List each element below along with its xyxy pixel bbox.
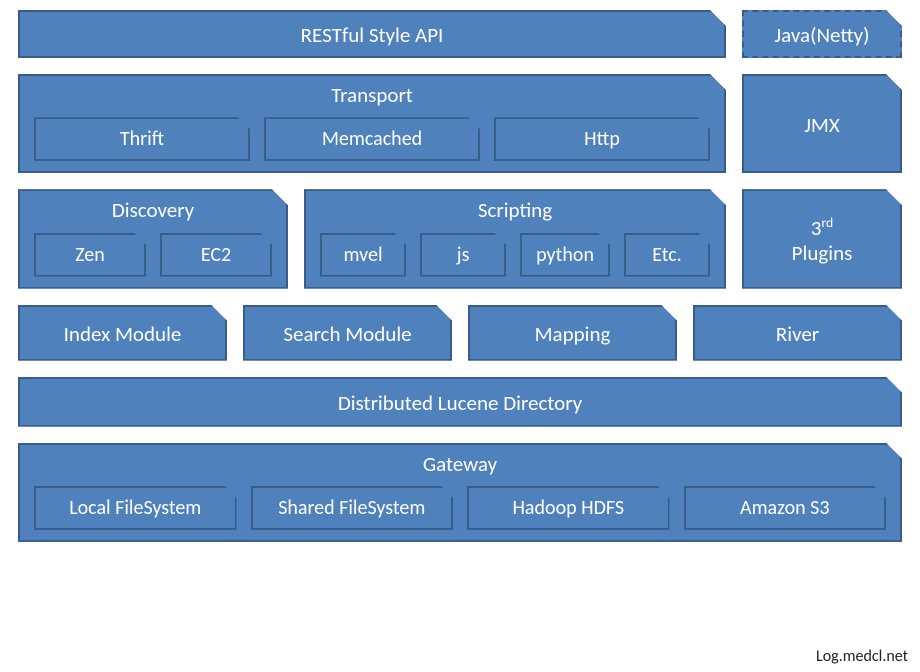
box-gateway: Gateway Local FileSystem Shared FileSyst… <box>18 443 902 542</box>
architecture-diagram: RESTful Style API Java(Netty) Transport … <box>18 10 902 542</box>
box-search-module: Search Module <box>243 305 452 361</box>
label-restful-api: RESTful Style API <box>291 16 454 51</box>
box-index-module: Index Module <box>18 305 227 361</box>
gateway-children: Local FileSystem Shared FileSystem Hadoo… <box>20 480 900 540</box>
box-amazon-s3: Amazon S3 <box>684 486 887 530</box>
box-memcached: Memcached <box>264 117 480 161</box>
box-local-fs: Local FileSystem <box>34 486 237 530</box>
label-index-module: Index Module <box>54 315 192 350</box>
box-jmx: JMX <box>742 74 902 173</box>
row-transport: Transport Thrift Memcached Http JMX <box>18 74 902 173</box>
label-search-module: Search Module <box>273 315 421 350</box>
box-mvel: mvel <box>320 233 406 277</box>
box-discovery: Discovery Zen EC2 <box>18 189 288 288</box>
box-http: Http <box>494 117 710 161</box>
label-gateway: Gateway <box>413 445 507 480</box>
label-scripting: Scripting <box>468 191 562 226</box>
plugins-3: 3 <box>811 215 822 241</box>
label-river: River <box>766 315 829 350</box>
footer-credit: Log.medcl.net <box>816 647 908 666</box>
label-java-netty: Java(Netty) <box>764 16 879 51</box>
box-third-plugins: 3rd Plugins <box>742 189 902 288</box>
box-js: js <box>420 233 506 277</box>
discovery-children: Zen EC2 <box>20 227 286 287</box>
transport-children: Thrift Memcached Http <box>20 111 724 171</box>
label-third-plugins: 3rd Plugins <box>782 209 863 268</box>
box-ec2: EC2 <box>160 233 272 277</box>
row-discovery-scripting: Discovery Zen EC2 Scripting mvel js pyth… <box>18 189 902 288</box>
row-lucene: Distributed Lucene Directory <box>18 377 902 427</box>
label-mapping: Mapping <box>525 315 621 350</box>
box-scripting: Scripting mvel js python Etc. <box>304 189 726 288</box>
box-python: python <box>520 233 610 277</box>
box-transport: Transport Thrift Memcached Http <box>18 74 726 173</box>
box-restful-api: RESTful Style API <box>18 10 726 58</box>
label-discovery: Discovery <box>102 191 204 226</box>
box-mapping: Mapping <box>468 305 677 361</box>
box-java-netty: Java(Netty) <box>742 10 902 58</box>
box-hadoop-hdfs: Hadoop HDFS <box>467 486 670 530</box>
row-modules: Index Module Search Module Mapping River <box>18 305 902 361</box>
box-etc: Etc. <box>624 233 710 277</box>
label-jmx: JMX <box>794 106 850 141</box>
label-transport: Transport <box>321 76 423 111</box>
box-zen: Zen <box>34 233 146 277</box>
label-lucene-directory: Distributed Lucene Directory <box>328 384 592 419</box>
plugins-word: Plugins <box>792 240 853 266</box>
box-lucene-directory: Distributed Lucene Directory <box>18 377 902 427</box>
plugins-rd: rd <box>821 214 833 231</box>
row-gateway: Gateway Local FileSystem Shared FileSyst… <box>18 443 902 542</box>
box-shared-fs: Shared FileSystem <box>251 486 454 530</box>
row-api: RESTful Style API Java(Netty) <box>18 10 902 58</box>
box-river: River <box>693 305 902 361</box>
box-thrift: Thrift <box>34 117 250 161</box>
scripting-children: mvel js python Etc. <box>306 227 724 287</box>
